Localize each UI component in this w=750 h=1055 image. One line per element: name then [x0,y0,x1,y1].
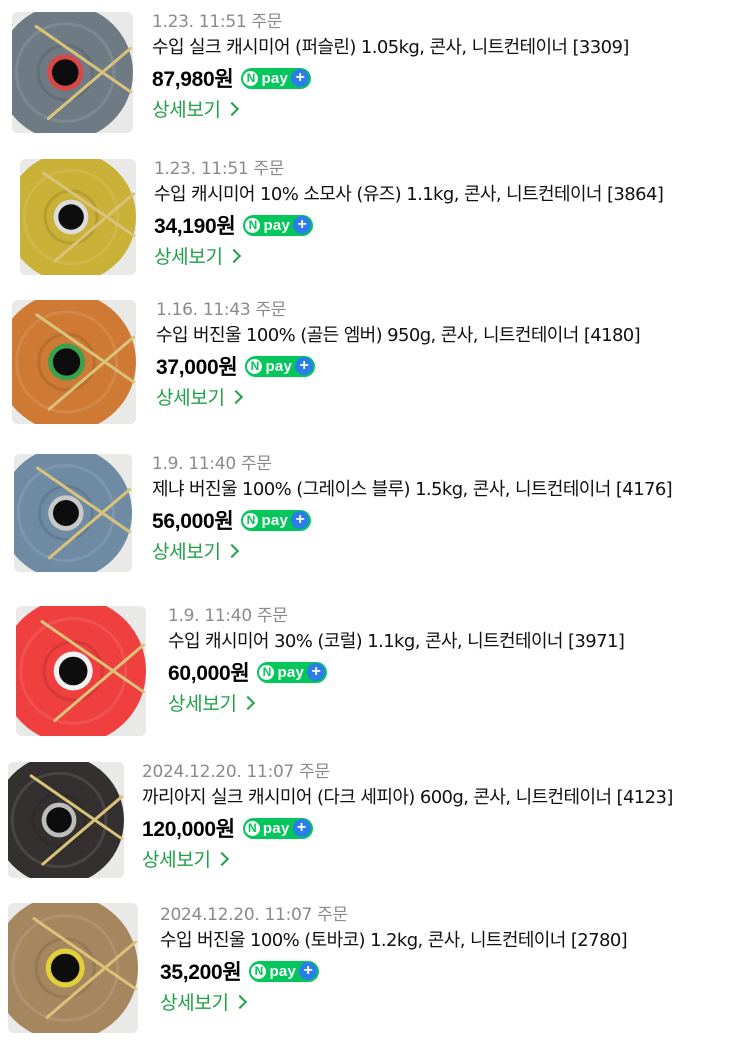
chevron-right-icon [226,248,241,264]
detail-link[interactable]: 상세보기 [154,241,241,273]
detail-link[interactable]: 상세보기 [142,844,229,876]
npay-badge: N pay + [241,509,312,531]
product-title: 수입 버진울 100% (토바코) 1.2kg, 콘사, 니트컨테이너 [278… [160,930,628,951]
npay-label: pay [269,962,297,980]
order-date: 2024.12.20. 11:07 주문 [160,905,348,925]
yarn-cone-image [16,606,146,736]
detail-label: 상세보기 [160,992,229,1014]
price: 37,000원 [156,356,238,379]
npay-badge: N pay + [249,960,320,982]
npay-badge: N pay + [241,67,312,89]
yarn-cone-image [14,454,132,572]
detail-label: 상세보기 [152,99,221,121]
chevron-right-icon [240,695,255,711]
detail-link[interactable]: 상세보기 [160,987,247,1019]
order-date: 1.23. 11:51 주문 [154,159,285,179]
price: 35,200원 [160,961,242,984]
product-thumbnail[interactable] [20,159,136,275]
npay-n-icon: N [244,820,260,836]
product-thumbnail[interactable] [12,12,133,133]
product-title: 수입 캐시미어 10% 소모사 (유즈) 1.1kg, 콘사, 니트컨테이너 [… [154,184,664,205]
yarn-cone-image [12,12,133,133]
cone-hole [46,807,72,833]
npay-label: pay [261,69,289,87]
detail-label: 상세보기 [156,387,225,409]
npay-label: pay [263,216,291,234]
cone-hole [58,656,88,686]
cone-hole [52,500,79,526]
npay-label: pay [277,663,305,681]
product-title: 수입 실크 캐시미어 (퍼슬린) 1.05kg, 콘사, 니트컨테이너 [330… [152,37,629,58]
plus-icon: + [295,357,314,375]
product-title: 까리아지 실크 캐시미어 (다크 세피아) 600g, 콘사, 니트컨테이너 [… [142,787,673,808]
order-date: 1.9. 11:40 주문 [152,454,272,474]
yarn-cone-image [12,300,136,424]
cone-hole [52,348,81,376]
chevron-right-icon [224,543,239,559]
plus-icon: + [307,663,326,681]
detail-label: 상세보기 [168,693,237,715]
order-date: 1.9. 11:40 주문 [168,606,288,626]
plus-icon: + [293,216,312,234]
plus-icon: + [292,819,311,837]
npay-n-icon: N [247,358,263,374]
product-title: 수입 캐시미어 30% (코럴) 1.1kg, 콘사, 니트컨테이너 [3971… [168,631,625,652]
detail-label: 상세보기 [152,541,221,563]
cone-hole [58,204,84,230]
plus-icon: + [291,511,310,529]
chevron-right-icon [214,851,229,867]
npay-badge: N pay + [257,661,328,683]
order-date: 2024.12.20. 11:07 주문 [142,762,330,782]
chevron-right-icon [228,389,243,405]
npay-n-icon: N [243,70,259,86]
product-title: 수입 버진울 100% (골든 엠버) 950g, 콘사, 니트컨테이너 [41… [156,325,641,346]
order-list: 1.23. 11:51 주문 수입 실크 캐시미어 (퍼슬린) 1.05kg, … [0,0,750,1055]
chevron-right-icon [232,994,247,1010]
order-date: 1.23. 11:51 주문 [152,12,283,32]
detail-label: 상세보기 [142,849,211,871]
npay-label: pay [262,819,290,837]
price: 120,000원 [142,818,235,841]
product-thumbnail[interactable] [8,762,124,878]
npay-label: pay [265,357,293,375]
detail-link[interactable]: 상세보기 [152,536,239,568]
detail-label: 상세보기 [154,246,223,268]
product-thumbnail[interactable] [8,903,138,1033]
cone-hole [51,59,79,86]
npay-badge: N pay + [243,214,314,236]
cone-hole [50,953,80,983]
detail-link[interactable]: 상세보기 [156,382,243,414]
npay-n-icon: N [259,664,275,680]
product-title: 제냐 버진울 100% (그레이스 블루) 1.5kg, 콘사, 니트컨테이너 … [152,479,673,500]
yarn-cone-image [8,762,124,878]
price: 87,980원 [152,68,234,91]
product-thumbnail[interactable] [14,454,132,572]
yarn-cone-image [20,159,136,275]
plus-icon: + [299,962,318,980]
order-date: 1.16. 11:43 주문 [156,300,287,320]
detail-link[interactable]: 상세보기 [152,94,239,126]
npay-badge: N pay + [242,817,313,839]
npay-n-icon: N [245,217,261,233]
plus-icon: + [291,69,310,87]
detail-link[interactable]: 상세보기 [168,688,255,720]
price: 56,000원 [152,510,234,533]
product-thumbnail[interactable] [16,606,146,736]
npay-n-icon: N [243,512,259,528]
product-thumbnail[interactable] [12,300,136,424]
chevron-right-icon [224,101,239,117]
npay-n-icon: N [251,963,267,979]
npay-label: pay [261,511,289,529]
npay-badge: N pay + [245,355,316,377]
price: 34,190원 [154,215,236,238]
yarn-cone-image [8,903,138,1033]
price: 60,000원 [168,662,250,685]
